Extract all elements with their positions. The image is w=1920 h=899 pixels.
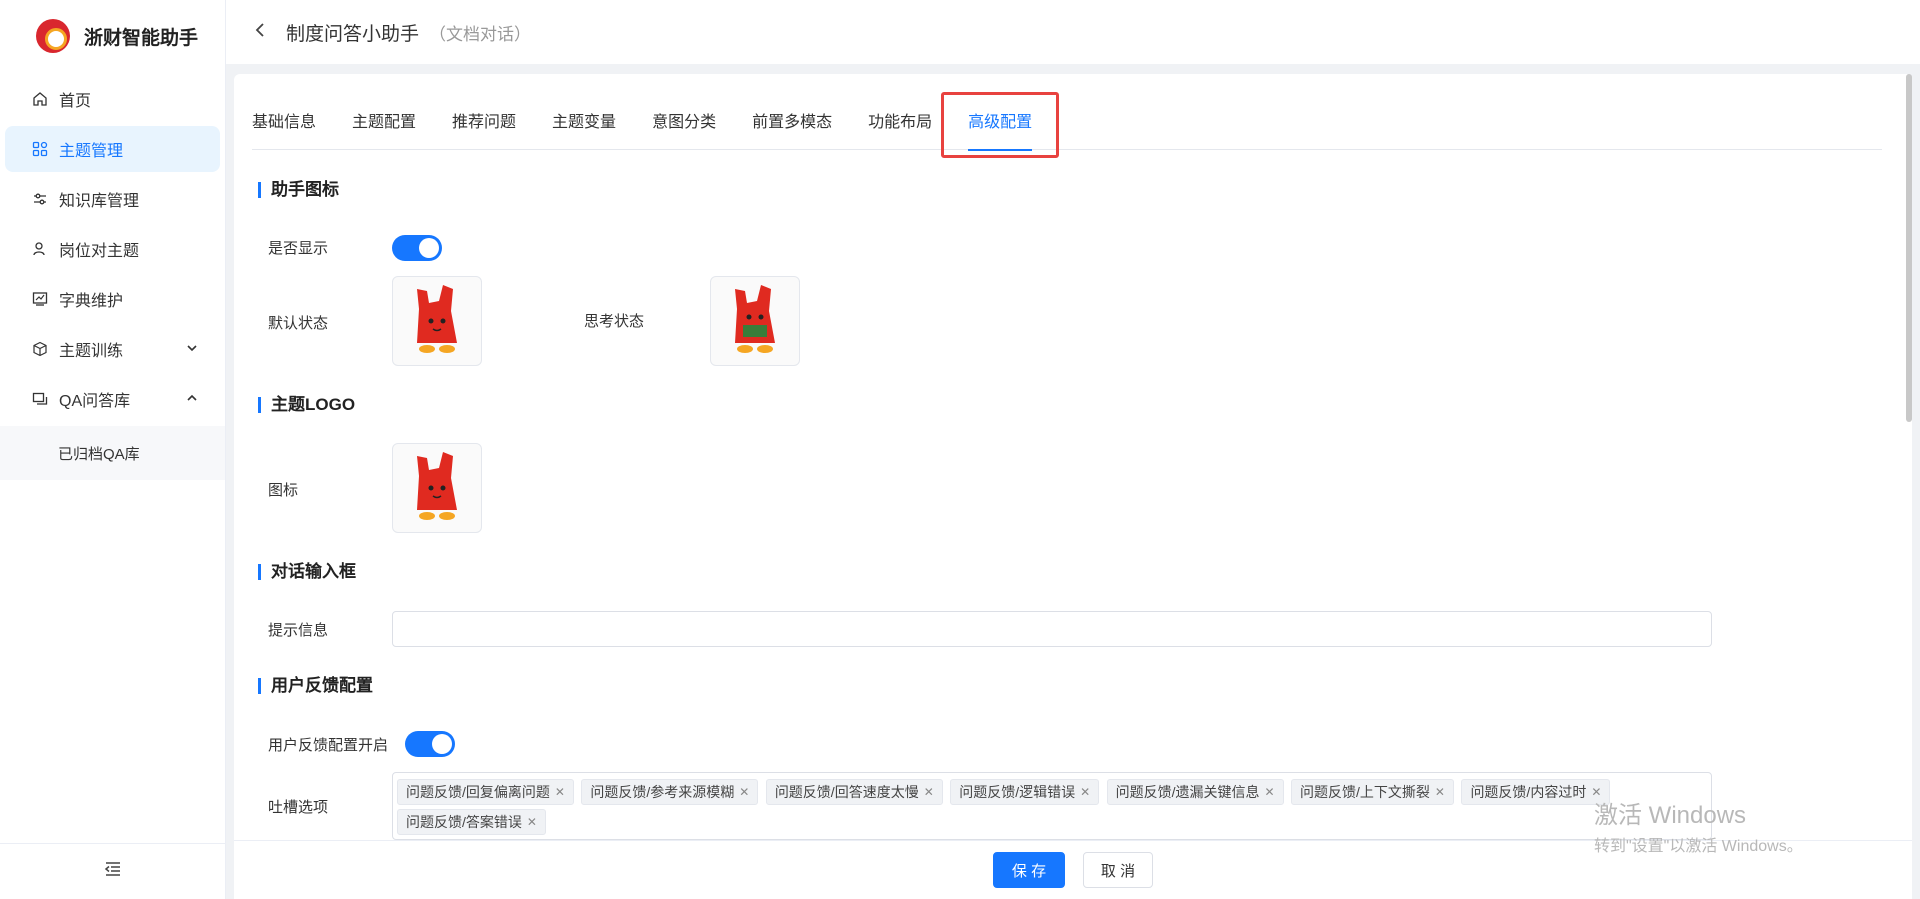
tab-bar: 基础信息 主题配置 推荐问题 主题变量 意图分类 前置多模态 功能布局 高级配置 — [252, 90, 1882, 151]
tag-label: 问题反馈/参考来源模糊 — [590, 784, 735, 800]
user-icon — [31, 240, 49, 258]
section-title-input-box: 对话输入框 — [258, 563, 356, 580]
sidebar-subitem-archived-qa[interactable]: 已归档QA库 — [0, 426, 225, 480]
section-title-assistant-icon: 助手图标 — [258, 181, 339, 198]
windows-activation-watermark: 激活 Windows 转到"设置"以激活 Windows。 — [1594, 795, 1803, 856]
sidebar-item-label: 首页 — [59, 93, 92, 110]
sidebar-item-label: 岗位对主题 — [59, 243, 140, 260]
tab-function-layout[interactable]: 功能布局 — [868, 90, 932, 150]
section-title-theme-logo: 主题LOGO — [258, 396, 355, 413]
close-icon[interactable]: ✕ — [1265, 785, 1275, 799]
tag-label: 问题反馈/上下文撕裂 — [1300, 784, 1430, 800]
sidebar-item-label: QA问答库 — [59, 393, 131, 410]
thinking-state-image[interactable] — [710, 276, 800, 366]
tag-label: 问题反馈/遗漏关键信息 — [1115, 784, 1260, 800]
sidebar-menu: 首页 主题管理 知识库管理 岗位对主题 字典维护 主题训练 QA问答库 已归档Q… — [0, 76, 225, 480]
option-tag: 问题反馈/上下文撕裂 ✕ — [1291, 779, 1454, 805]
brand: 浙财智能助手 — [0, 0, 225, 72]
config-card: 基础信息 主题配置 推荐问题 主题变量 意图分类 前置多模态 功能布局 高级配置… — [234, 74, 1912, 899]
chevron-up-icon[interactable] — [186, 391, 198, 407]
close-icon[interactable]: ✕ — [1080, 785, 1090, 799]
page-header: 制度问答小助手 （文档对话） — [226, 0, 1920, 64]
close-icon[interactable]: ✕ — [555, 785, 565, 799]
chat-icon — [31, 390, 49, 408]
section-title-feedback: 用户反馈配置 — [258, 677, 373, 694]
scrollbar[interactable] — [1906, 74, 1912, 422]
page-title: 制度问答小助手 — [286, 23, 420, 45]
brand-logo-icon — [36, 19, 70, 53]
tag-label: 问题反馈/逻辑错误 — [959, 784, 1076, 800]
tab-advanced-config[interactable]: 高级配置 — [968, 90, 1033, 151]
option-tag: 问题反馈/回复偏离问题 ✕ — [397, 779, 574, 805]
home-icon — [31, 90, 49, 108]
cube-icon — [31, 340, 49, 358]
close-icon[interactable]: ✕ — [739, 785, 749, 799]
thinking-state-label: 思考状态 — [584, 313, 645, 330]
tab-pre-multimodal[interactable]: 前置多模态 — [752, 90, 832, 150]
option-tag: 问题反馈/逻辑错误 ✕ — [950, 779, 1100, 805]
tab-basic-info[interactable]: 基础信息 — [252, 90, 316, 150]
tag-label: 问题反馈/内容过时 — [1470, 784, 1587, 800]
sidebar-item-theme-management[interactable]: 主题管理 — [5, 126, 220, 172]
tag-label: 问题反馈/回复偏离问题 — [406, 784, 550, 800]
sidebar-item-qa-library[interactable]: QA问答库 — [5, 376, 220, 422]
back-icon[interactable] — [254, 21, 266, 44]
close-icon[interactable]: ✕ — [527, 815, 537, 829]
sliders-icon — [31, 190, 49, 208]
tab-theme-variables[interactable]: 主题变量 — [552, 90, 616, 150]
feedback-enable-toggle[interactable] — [405, 731, 455, 757]
hint-label: 提示信息 — [268, 622, 329, 639]
menu-fold-icon — [104, 860, 122, 883]
watermark-line2: 转到"设置"以激活 Windows。 — [1594, 838, 1803, 855]
grid-icon — [31, 140, 49, 158]
mascot-icon — [417, 285, 457, 353]
tag-label: 问题反馈/回答速度太慢 — [774, 784, 919, 800]
page-subtitle: （文档对话） — [429, 24, 532, 44]
complaint-options-label: 吐槽选项 — [268, 799, 329, 816]
sidebar-subitem-label: 已归档QA库 — [58, 445, 140, 463]
app-title: 浙财智能助手 — [84, 27, 199, 49]
option-tag: 问题反馈/答案错误 ✕ — [397, 809, 546, 835]
sidebar-item-knowledge-base[interactable]: 知识库管理 — [5, 176, 220, 222]
option-tag: 问题反馈/参考来源模糊 ✕ — [581, 779, 759, 805]
tab-recommended-questions[interactable]: 推荐问题 — [452, 90, 516, 150]
sidebar-item-dictionary[interactable]: 字典维护 — [5, 276, 220, 322]
show-label: 是否显示 — [268, 240, 329, 257]
option-tag: 问题反馈/内容过时 ✕ — [1461, 779, 1611, 805]
sidebar-item-home[interactable]: 首页 — [5, 76, 220, 122]
complaint-options-select[interactable]: 问题反馈/回复偏离问题 ✕ 问题反馈/参考来源模糊 ✕ 问题反馈/回答速度太慢 ✕ 问… — [392, 772, 1712, 840]
show-icon-toggle[interactable] — [392, 235, 442, 261]
tag-label: 问题反馈/答案错误 — [406, 814, 522, 830]
tab-intent-classification[interactable]: 意图分类 — [652, 90, 716, 150]
mascot-reading-icon — [735, 285, 775, 353]
default-state-label: 默认状态 — [268, 315, 329, 332]
default-state-image[interactable] — [392, 276, 482, 366]
option-tag: 问题反馈/回答速度太慢 ✕ — [765, 779, 943, 805]
sidebar: 浙财智能助手 首页 主题管理 知识库管理 岗位对主题 字典维护 主题训练 QA问… — [0, 0, 226, 899]
option-tag: 问题反馈/遗漏关键信息 ✕ — [1106, 779, 1284, 805]
sidebar-item-label: 知识库管理 — [59, 193, 140, 210]
sidebar-item-post-theme[interactable]: 岗位对主题 — [5, 226, 220, 272]
cancel-button[interactable]: 取 消 — [1083, 852, 1153, 888]
theme-logo-image[interactable] — [392, 443, 482, 533]
close-icon[interactable]: ✕ — [924, 785, 934, 799]
sidebar-item-theme-training[interactable]: 主题训练 — [5, 326, 220, 372]
sidebar-item-label: 字典维护 — [59, 293, 124, 310]
logo-icon-label: 图标 — [268, 482, 299, 499]
sidebar-item-label: 主题训练 — [59, 343, 124, 360]
hint-input[interactable] — [392, 611, 1712, 647]
watermark-line1: 激活 Windows — [1594, 802, 1747, 829]
tab-theme-config[interactable]: 主题配置 — [352, 90, 416, 150]
close-icon[interactable]: ✕ — [1435, 785, 1445, 799]
mascot-icon — [417, 452, 457, 520]
feedback-enable-label: 用户反馈配置开启 — [268, 737, 389, 754]
sidebar-collapse-button[interactable] — [0, 843, 226, 899]
sidebar-item-label: 主题管理 — [59, 143, 124, 160]
save-button[interactable]: 保 存 — [993, 852, 1065, 888]
chart-icon — [31, 290, 49, 308]
chevron-down-icon[interactable] — [186, 341, 198, 357]
